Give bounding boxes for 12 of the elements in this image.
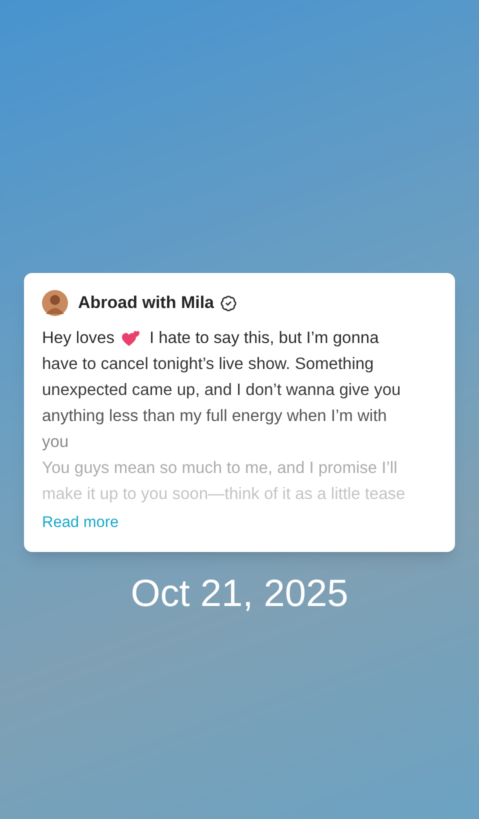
post-text: unexpected came up, and I don’t wanna give you	[42, 380, 401, 401]
author-name[interactable]: Abroad with Mila	[78, 290, 214, 316]
post-text: make it up to you soon—think of it as a little tease	[42, 484, 406, 505]
date-label: Oct 21, 2025	[130, 572, 348, 618]
post-text: Hey loves	[42, 328, 114, 349]
post-text: I hate to say this, but I’m gonna	[149, 328, 379, 349]
post-text: have to cancel tonight’s live show. Something	[42, 354, 374, 375]
post-text: anything less than my full energy when I’m with	[42, 406, 387, 427]
post-text: You guys mean so much to me, and I promise I’ll	[42, 458, 398, 479]
hearts-icon	[122, 330, 142, 346]
avatar[interactable]	[42, 290, 68, 316]
post-text: you	[42, 432, 69, 453]
